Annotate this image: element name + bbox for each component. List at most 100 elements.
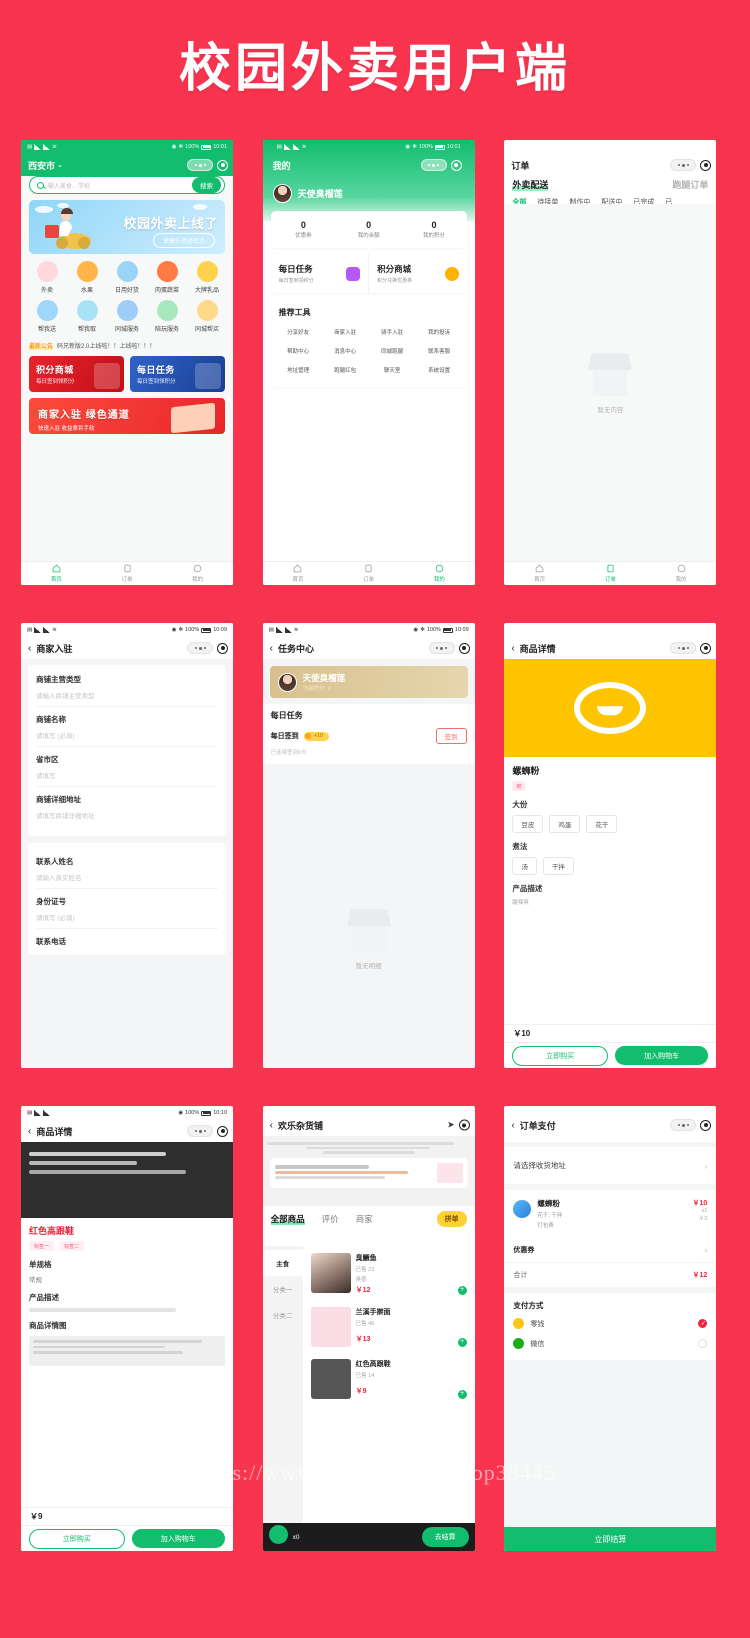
tool-chatroom[interactable]: 聊天室 <box>369 360 416 379</box>
category-item[interactable]: 肉蛋蔬菜 <box>149 261 185 294</box>
more-icon[interactable] <box>187 642 213 654</box>
promo-points-mall[interactable]: 积分商城 每日签到领积分 <box>29 356 124 392</box>
tab-errand-orders[interactable]: 跑腿订单 <box>672 178 708 191</box>
shop-info-card[interactable] <box>269 1157 468 1188</box>
add-to-cart-button[interactable]: 加入购物车 <box>614 1045 709 1066</box>
category-item[interactable]: 同城服务 <box>109 300 145 333</box>
tab-mine[interactable]: 我的 <box>646 562 717 585</box>
category-item[interactable]: 日用好货 <box>109 261 145 294</box>
back-icon[interactable]: ‹ <box>270 1120 273 1131</box>
back-icon[interactable]: ‹ <box>28 643 31 654</box>
sidebar-item-cat2[interactable]: 分类二 <box>263 1302 303 1328</box>
add-icon[interactable]: + <box>457 1286 467 1295</box>
spec-option[interactable]: 鸡蛋 <box>549 815 581 833</box>
tab-takeout-delivery[interactable]: 外卖配送 <box>512 178 549 191</box>
category-item[interactable]: 陪玩服务 <box>149 300 185 333</box>
tool-address[interactable]: 地址管理 <box>275 360 322 379</box>
search-input[interactable]: 输入美食、学校 搜索 <box>29 176 225 194</box>
tab-orders[interactable]: 订单 <box>575 562 646 585</box>
tool-settings[interactable]: 系统设置 <box>416 360 463 379</box>
goods-item[interactable]: 臭鳜鱼 已售 23 臭香 ￥12 + <box>306 1249 471 1299</box>
tool-share[interactable]: 分享好友 <box>275 322 322 341</box>
back-icon[interactable]: ‹ <box>511 643 514 654</box>
mini-program-capsule[interactable] <box>187 642 228 654</box>
group-order-button[interactable]: 拼单 <box>436 1211 467 1227</box>
field-shop-address[interactable]: 商铺详细地址 请填写商铺详细地址 <box>36 787 218 834</box>
stat-points[interactable]: 0 我的积分 <box>401 220 466 239</box>
mini-program-capsule[interactable]: ➤ <box>447 1119 470 1131</box>
tab-orders[interactable]: 订单 <box>333 562 404 585</box>
category-item[interactable]: 帮我送 <box>29 300 65 333</box>
entry-points-mall[interactable]: 积分商城 积分兑换优惠券 <box>369 254 467 293</box>
buy-now-button[interactable]: 立即购买 <box>512 1045 608 1066</box>
spec-option[interactable]: 花干 <box>586 815 618 833</box>
spec-option[interactable]: 汤 <box>512 857 537 875</box>
category-item[interactable]: 外卖 <box>29 261 65 294</box>
tool-merchant-apply[interactable]: 商家入驻 <box>322 322 369 341</box>
city-selector-label[interactable]: 西安市 <box>28 159 55 172</box>
more-icon[interactable] <box>420 159 447 171</box>
mini-program-capsule[interactable] <box>187 159 228 171</box>
back-icon[interactable]: ‹ <box>28 1126 31 1137</box>
submit-payment-button[interactable]: 立即结算 <box>504 1527 717 1551</box>
more-icon[interactable] <box>670 159 697 171</box>
close-capsule-icon[interactable] <box>700 642 712 654</box>
tab-home[interactable]: 首页 <box>504 562 575 585</box>
stat-coupons[interactable]: 0 优惠券 <box>271 220 336 239</box>
goods-item[interactable]: 兰溪手擀面 已售 46 ￥13 + <box>306 1303 471 1351</box>
close-capsule-icon[interactable] <box>700 159 712 171</box>
category-item[interactable]: 帮我取 <box>69 300 105 333</box>
navigate-icon[interactable]: ➤ <box>447 1120 455 1131</box>
more-icon[interactable] <box>428 642 455 654</box>
search-button[interactable]: 搜索 <box>192 177 221 193</box>
home-banner[interactable]: 校园外卖上线了 便捷外卖轻松点 <box>29 200 225 254</box>
entry-daily-task[interactable]: 每日任务 每日签到领积分 <box>271 254 370 293</box>
promo-merchant-entry[interactable]: 商家入驻 绿色通道 快速入驻 收益拿到手软 <box>29 398 225 434</box>
tab-mine[interactable]: 我的 <box>162 562 233 585</box>
radio-unselected[interactable] <box>698 1339 708 1348</box>
cart-icon[interactable] <box>268 1525 288 1544</box>
field-shop-type[interactable]: 商铺主营类型 请输入商铺主营类型 <box>36 667 218 707</box>
add-to-cart-button[interactable]: 加入购物车 <box>131 1528 225 1549</box>
tab-reviews[interactable]: 评价 <box>322 1213 339 1225</box>
mini-program-capsule[interactable] <box>670 1119 712 1131</box>
category-item[interactable]: 大牌乳品 <box>189 261 225 294</box>
promo-daily-task[interactable]: 每日任务 每日签到领积分 <box>130 356 225 392</box>
tool-help-center[interactable]: 帮助中心 <box>275 341 322 360</box>
tab-home[interactable]: 首页 <box>21 562 92 585</box>
close-capsule-icon[interactable] <box>217 642 228 654</box>
payment-method-wechat[interactable]: 微信 <box>513 1331 708 1351</box>
tab-mine[interactable]: 我的 <box>404 562 475 585</box>
buy-now-button[interactable]: 立即购买 <box>29 1528 125 1549</box>
more-icon[interactable] <box>187 159 213 171</box>
spec-option[interactable]: 干拌 <box>542 857 574 875</box>
mini-program-capsule[interactable] <box>420 159 462 171</box>
close-capsule-icon[interactable] <box>458 642 470 654</box>
back-icon[interactable]: ‹ <box>511 1120 514 1131</box>
add-icon[interactable]: + <box>457 1390 467 1399</box>
tool-complaints[interactable]: 我的投诉 <box>416 322 463 341</box>
sidebar-item-staple[interactable]: 主食 <box>262 1250 303 1276</box>
more-icon[interactable] <box>187 1125 213 1137</box>
mini-program-capsule[interactable] <box>187 1125 228 1137</box>
field-phone[interactable]: 联系电话 <box>36 929 218 953</box>
radio-selected[interactable] <box>698 1319 708 1328</box>
chevron-down-icon[interactable]: ⌄ <box>57 161 63 169</box>
checkout-button[interactable]: 去结算 <box>421 1527 469 1547</box>
stat-balance[interactable]: 0 我的余额 <box>336 220 401 239</box>
tool-rider-apply[interactable]: 骑手入驻 <box>369 322 416 341</box>
user-profile-row[interactable]: 天使臭榴莲 <box>271 176 467 203</box>
field-id-number[interactable]: 身份证号 请填写 (必填) <box>36 889 218 929</box>
spec-option[interactable]: 豆皮 <box>512 815 544 833</box>
coupon-row[interactable]: 优惠券 › <box>504 1237 717 1262</box>
tool-support[interactable]: 联系客服 <box>416 341 463 360</box>
tab-orders[interactable]: 订单 <box>92 562 163 585</box>
sidebar-item-cat1[interactable]: 分类一 <box>263 1276 303 1302</box>
category-item[interactable]: 同城帮买 <box>189 300 225 333</box>
back-icon[interactable]: ‹ <box>270 643 273 654</box>
goods-item[interactable]: 红色高跟鞋 已售 14 ￥9 + <box>306 1355 471 1403</box>
close-capsule-icon[interactable] <box>700 1119 712 1131</box>
add-icon[interactable]: + <box>457 1338 467 1347</box>
tool-redpacket[interactable]: 跑腿红包 <box>322 360 369 379</box>
close-capsule-icon[interactable] <box>217 159 228 171</box>
